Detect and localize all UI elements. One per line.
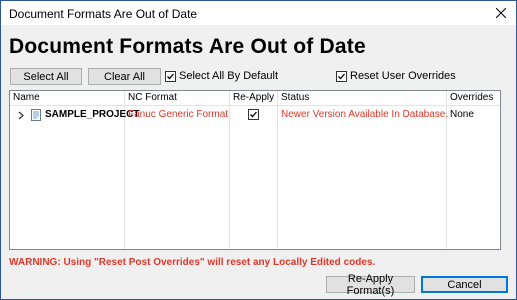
row-nc-format: Fanuc Generic Format xyxy=(128,109,229,120)
checkbox-box[interactable] xyxy=(336,70,347,82)
checkbox-label: Reset User Overrides xyxy=(350,70,456,82)
checkmark-icon xyxy=(250,111,257,118)
checkbox-box[interactable] xyxy=(165,70,176,82)
close-icon xyxy=(496,8,506,18)
formats-grid[interactable]: Name NC Format Re-Apply Status Overrides… xyxy=(9,90,501,250)
column-header-nc-format[interactable]: NC Format xyxy=(125,91,177,105)
row-status: Newer Version Available In Database. xyxy=(281,109,449,120)
reapply-checkbox[interactable] xyxy=(248,109,259,120)
document-icon xyxy=(31,109,41,121)
reapply-formats-button[interactable]: Re-Apply Format(s) xyxy=(326,273,415,297)
title-bar: Document Formats Are Out of Date xyxy=(1,1,516,25)
checkbox-label: Select All By Default xyxy=(179,70,279,82)
header-divider xyxy=(10,105,500,106)
checkmark-icon xyxy=(338,73,345,79)
column-header-status[interactable]: Status xyxy=(278,91,309,105)
cancel-button[interactable]: Cancel xyxy=(421,276,508,293)
window-title: Document Formats Are Out of Date xyxy=(9,7,198,21)
clear-all-button[interactable]: Clear All xyxy=(88,68,161,85)
column-divider xyxy=(277,91,278,249)
row-name: SAMPLE_PROJECT xyxy=(45,109,140,120)
dialog-window: Document Formats Are Out of Date Documen… xyxy=(0,0,517,300)
column-header-overrides[interactable]: Overrides xyxy=(447,91,493,105)
select-all-by-default-checkbox[interactable]: Select All By Default xyxy=(165,69,278,83)
row-overrides: None xyxy=(450,109,474,120)
reset-user-overrides-checkbox[interactable]: Reset User Overrides xyxy=(336,69,456,83)
chevron-right-icon[interactable] xyxy=(18,111,24,120)
page-title: Document Formats Are Out of Date xyxy=(9,35,366,58)
column-divider xyxy=(229,91,230,249)
warning-message: WARNING: Using "Reset Post Overrides" wi… xyxy=(9,257,376,268)
column-header-name[interactable]: Name xyxy=(10,91,40,105)
select-all-button[interactable]: Select All xyxy=(10,68,82,85)
column-header-reapply[interactable]: Re-Apply xyxy=(230,91,274,105)
close-button[interactable] xyxy=(486,1,516,25)
checkmark-icon xyxy=(167,73,174,79)
